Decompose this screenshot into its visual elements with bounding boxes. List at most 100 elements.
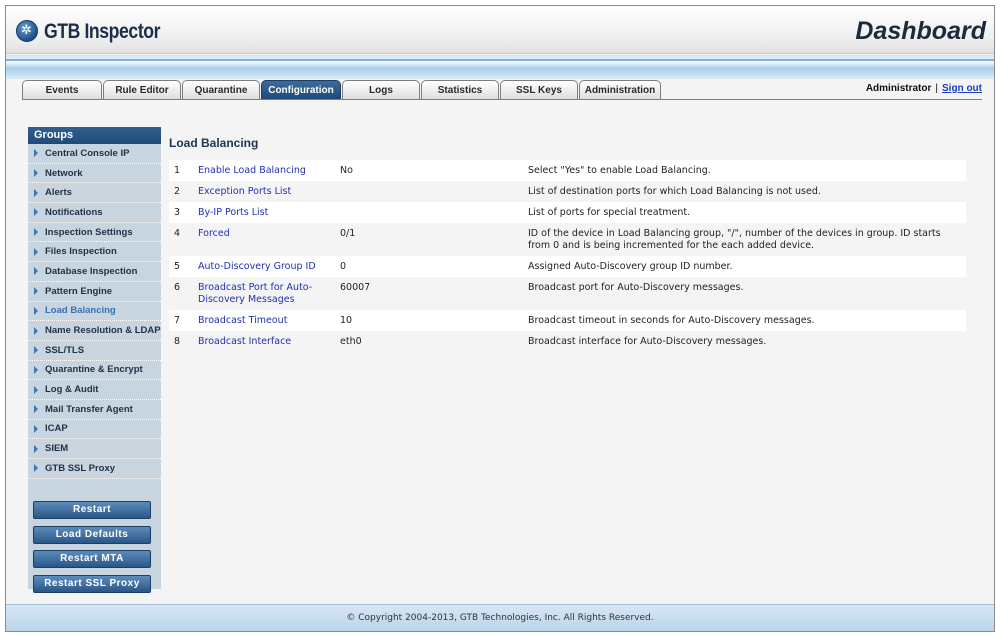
tab-configuration[interactable]: Configuration: [261, 80, 341, 99]
sidebar-item-name-resolution-ldap[interactable]: Name Resolution & LDAP: [28, 321, 161, 341]
setting-description: List of destination ports for which Load…: [524, 181, 966, 202]
setting-value: 10: [336, 310, 524, 331]
tab-statistics[interactable]: Statistics: [421, 80, 499, 99]
table-row: 6 Broadcast Port for Auto-Discovery Mess…: [169, 277, 966, 310]
sidebar-item-ssl-tls[interactable]: SSL/TLS: [28, 341, 161, 361]
footer: © Copyright 2004-2013, GTB Technologies,…: [6, 604, 994, 631]
sidebar-item-central-console-ip[interactable]: Central Console IP: [28, 144, 161, 164]
triangle-right-icon: [34, 267, 38, 276]
sidebar-item-icap[interactable]: ICAP: [28, 420, 161, 440]
setting-link-auto-discovery-group-id[interactable]: Auto-Discovery Group ID: [194, 256, 336, 277]
sidebar-item-label: Mail Transfer Agent: [45, 403, 133, 415]
main-tabs: Events Rule Editor Quarantine Configurat…: [22, 80, 661, 100]
tab-administration[interactable]: Administration: [579, 80, 661, 99]
sidebar-item-mail-transfer-agent[interactable]: Mail Transfer Agent: [28, 400, 161, 420]
sidebar-item-label: Load Balancing: [45, 305, 116, 317]
triangle-right-icon: [34, 424, 38, 433]
setting-link-broadcast-timeout[interactable]: Broadcast Timeout: [194, 310, 336, 331]
table-row: 7 Broadcast Timeout 10 Broadcast timeout…: [169, 310, 966, 331]
restart-ssl-proxy-button[interactable]: Restart SSL Proxy: [33, 574, 151, 593]
row-number: 1: [169, 160, 194, 181]
sidebar-item-label: GTB SSL Proxy: [45, 462, 116, 474]
gtb-logo-icon: ✲: [16, 20, 38, 42]
triangle-right-icon: [34, 247, 38, 256]
row-number: 5: [169, 256, 194, 277]
row-number: 6: [169, 277, 194, 310]
sidebar-item-inspection-settings[interactable]: Inspection Settings: [28, 223, 161, 243]
table-row: 8 Broadcast Interface eth0 Broadcast int…: [169, 331, 966, 352]
sidebar-buttons: Restart Load Defaults Restart MTA Restar…: [33, 501, 151, 599]
triangle-right-icon: [34, 385, 38, 394]
setting-value: 60007: [336, 277, 524, 310]
header-stripe-line: [6, 59, 994, 61]
setting-description: Broadcast port for Auto-Discovery messag…: [524, 277, 966, 310]
triangle-right-icon: [34, 228, 38, 237]
setting-description: ID of the device in Load Balancing group…: [524, 223, 966, 256]
sidebar-item-files-inspection[interactable]: Files Inspection: [28, 242, 161, 263]
main-panel: Load Balancing 1 Enable Load Balancing N…: [169, 132, 969, 352]
setting-value: No: [336, 160, 524, 181]
restart-button[interactable]: Restart: [33, 501, 151, 519]
setting-link-enable-load-balancing[interactable]: Enable Load Balancing: [194, 160, 336, 181]
sidebar-item-network[interactable]: Network: [28, 164, 161, 184]
triangle-right-icon: [34, 365, 38, 374]
sidebar-item-pattern-engine[interactable]: Pattern Engine: [28, 282, 161, 302]
tab-logs[interactable]: Logs: [342, 80, 420, 99]
row-number: 8: [169, 331, 194, 352]
sidebar-item-quarantine-encrypt[interactable]: Quarantine & Encrypt: [28, 361, 161, 381]
sidebar-item-label: Inspection Settings: [45, 226, 133, 238]
brand-name: GTB Inspector: [44, 20, 161, 43]
tab-rule-editor[interactable]: Rule Editor: [103, 80, 181, 99]
sidebar-item-label: Central Console IP: [45, 147, 130, 159]
setting-value: 0/1: [336, 223, 524, 256]
setting-link-forced[interactable]: Forced: [194, 223, 336, 256]
sidebar-item-label: Database Inspection: [45, 265, 138, 277]
setting-link-by-ip-ports-list[interactable]: By-IP Ports List: [194, 202, 336, 223]
table-row: 2 Exception Ports List List of destinati…: [169, 181, 966, 202]
sidebar-item-label: ICAP: [45, 423, 68, 435]
triangle-right-icon: [34, 346, 38, 355]
table-row: 3 By-IP Ports List List of ports for spe…: [169, 202, 966, 223]
sidebar-item-label: SIEM: [45, 443, 69, 455]
sidebar-item-label: Log & Audit: [45, 384, 99, 396]
user-box: Administrator | Sign out: [866, 83, 982, 94]
setting-link-broadcast-interface[interactable]: Broadcast Interface: [194, 331, 336, 352]
tab-events[interactable]: Events: [22, 80, 102, 99]
sign-out-link[interactable]: Sign out: [942, 83, 982, 94]
triangle-right-icon: [34, 149, 38, 158]
triangle-right-icon: [34, 464, 38, 473]
row-number: 4: [169, 223, 194, 256]
username: Administrator: [865, 83, 932, 94]
sidebar-item-notifications[interactable]: Notifications: [28, 203, 161, 223]
triangle-right-icon: [34, 444, 38, 453]
restart-mta-button[interactable]: Restart MTA: [33, 550, 151, 568]
table-row: 4 Forced 0/1 ID of the device in Load Ba…: [169, 223, 966, 256]
tab-quarantine[interactable]: Quarantine: [182, 80, 260, 99]
page-title: Dashboard: [855, 17, 986, 45]
sidebar-item-label: Notifications: [45, 206, 103, 218]
sidebar-item-load-balancing[interactable]: Load Balancing: [28, 302, 161, 322]
sidebar-item-label: Files Inspection: [45, 246, 117, 258]
setting-description: Select "Yes" to enable Load Balancing.: [524, 160, 966, 181]
sidebar-item-database-inspection[interactable]: Database Inspection: [28, 262, 161, 282]
user-separator: |: [935, 83, 938, 94]
setting-value: 0: [336, 256, 524, 277]
sidebar-item-log-audit[interactable]: Log & Audit: [28, 380, 161, 400]
sidebar-item-siem[interactable]: SIEM: [28, 439, 161, 459]
setting-link-broadcast-port[interactable]: Broadcast Port for Auto-Discovery Messag…: [194, 277, 336, 310]
row-number: 2: [169, 181, 194, 202]
setting-description: List of ports for special treatment.: [524, 202, 966, 223]
load-defaults-button[interactable]: Load Defaults: [33, 525, 151, 544]
triangle-right-icon: [34, 208, 38, 217]
sidebar-item-gtb-ssl-proxy[interactable]: GTB SSL Proxy: [28, 459, 161, 479]
sidebar-item-alerts[interactable]: Alerts: [28, 183, 161, 204]
sidebar-heading: Groups: [28, 127, 161, 144]
setting-description: Assigned Auto-Discovery group ID number.: [524, 256, 966, 277]
triangle-right-icon: [34, 306, 38, 315]
sidebar-item-label: Name Resolution & LDAP: [45, 325, 161, 337]
tab-ssl-keys[interactable]: SSL Keys: [500, 80, 578, 99]
setting-link-exception-ports-list[interactable]: Exception Ports List: [194, 181, 336, 202]
table-row: 1 Enable Load Balancing No Select "Yes" …: [169, 160, 966, 181]
triangle-right-icon: [34, 188, 38, 197]
app-window: ✲ GTB Inspector Dashboard Events Rule Ed…: [5, 5, 995, 632]
